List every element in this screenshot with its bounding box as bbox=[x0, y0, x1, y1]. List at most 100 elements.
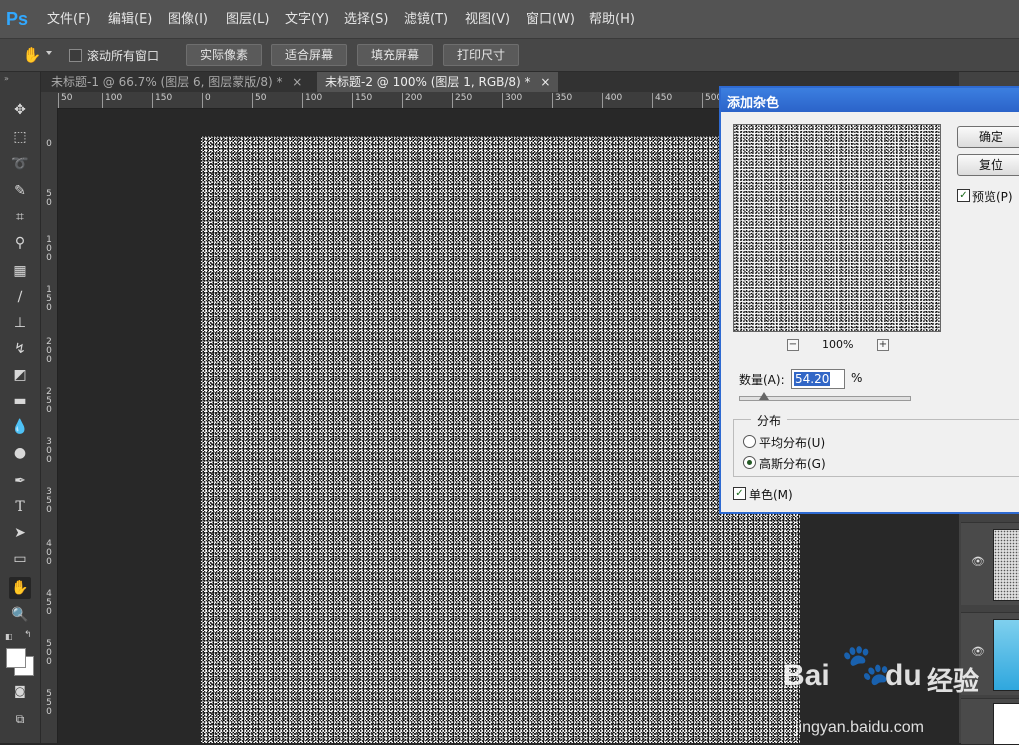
ruler-tick: 200 bbox=[401, 93, 423, 108]
watermark-suffix: 经验 bbox=[927, 667, 980, 697]
ruler-tick: 150 bbox=[351, 93, 373, 108]
layer-row[interactable]: 👁 bbox=[961, 522, 1019, 605]
shape-tool-icon[interactable]: ▭ bbox=[9, 548, 31, 570]
uniform-radio[interactable] bbox=[743, 435, 756, 448]
eraser-tool-icon[interactable]: ◩ bbox=[9, 364, 31, 386]
marquee-tool-icon[interactable]: ⬚ bbox=[9, 126, 31, 148]
ruler-tick: 150 bbox=[151, 93, 173, 108]
ruler-tick: 5 0 0 bbox=[46, 639, 52, 667]
tools-panel: » ✥ ⬚ ➰ ✎ ⌗ ⚲ ▦ ∕ ⊥ ↯ ◩ ▬ 💧 ● ✒ T ➤ ▭ ✋ … bbox=[0, 72, 41, 743]
scroll-all-windows-checkbox[interactable] bbox=[69, 49, 82, 62]
tab-document-2[interactable]: 未标题-2 @ 100% (图层 1, RGB/8) * × bbox=[317, 72, 559, 92]
reset-button[interactable]: 复位 bbox=[957, 154, 1019, 176]
watermark-brand-2: du bbox=[885, 659, 922, 692]
preview-checkbox[interactable]: ✓ bbox=[957, 189, 970, 202]
menu-window[interactable]: 窗口(W) bbox=[526, 11, 575, 29]
crop-tool-icon[interactable]: ⌗ bbox=[9, 206, 31, 228]
foreground-color-swatch[interactable] bbox=[6, 648, 26, 668]
menu-type[interactable]: 文字(Y) bbox=[285, 11, 329, 29]
tab-label: 未标题-2 @ 100% (图层 1, RGB/8) * bbox=[325, 75, 531, 89]
ruler-tick: 4 5 0 bbox=[46, 589, 52, 617]
zoom-tool-icon[interactable]: 🔍 bbox=[9, 604, 31, 626]
eyedropper-tool-icon[interactable]: ⚲ bbox=[9, 232, 31, 254]
ruler-tick: 2 0 0 bbox=[46, 337, 52, 365]
fill-screen-button[interactable]: 填充屏幕 bbox=[357, 44, 433, 66]
amount-value: 54.20 bbox=[794, 372, 831, 386]
preset-dropdown-icon[interactable] bbox=[46, 51, 52, 55]
gradient-tool-icon[interactable]: ▬ bbox=[9, 390, 31, 412]
pen-tool-icon[interactable]: ✒ bbox=[9, 470, 31, 492]
ruler-tick: 2 5 0 bbox=[46, 387, 52, 415]
ruler-tick: 50 bbox=[57, 93, 73, 108]
amount-slider-thumb[interactable] bbox=[759, 392, 769, 400]
amount-input[interactable]: 54.20 bbox=[791, 369, 845, 389]
add-noise-dialog: 添加杂色 确定 复位 ✓ 预览(P) − 100% + 数量(A): 54.20… bbox=[719, 86, 1019, 514]
menu-filter[interactable]: 滤镜(T) bbox=[404, 11, 448, 29]
ruler-tick: 100 bbox=[301, 93, 323, 108]
visibility-eye-icon[interactable]: 👁 bbox=[971, 555, 985, 569]
photoshop-logo: Ps bbox=[6, 9, 29, 29]
amount-label: 数量(A): bbox=[739, 373, 785, 387]
path-selection-tool-icon[interactable]: ➤ bbox=[9, 522, 31, 544]
ruler-tick: 4 0 0 bbox=[46, 539, 52, 567]
document-canvas[interactable] bbox=[201, 136, 800, 743]
uniform-label: 平均分布(U) bbox=[759, 436, 826, 450]
panel-collapse-icon[interactable]: » bbox=[4, 74, 9, 83]
dodge-tool-icon[interactable]: ● bbox=[9, 442, 31, 464]
vertical-ruler[interactable]: 0 5 0 1 0 0 1 5 0 2 0 0 2 5 0 3 0 0 3 5 … bbox=[41, 108, 58, 743]
move-tool-icon[interactable]: ✥ bbox=[9, 99, 31, 121]
menu-file[interactable]: 文件(F) bbox=[47, 11, 91, 29]
filter-preview[interactable] bbox=[733, 124, 941, 332]
paw-icon: 🐾 bbox=[841, 642, 891, 688]
menu-select[interactable]: 选择(S) bbox=[344, 11, 388, 29]
ruler-tick: 3 5 0 bbox=[46, 487, 52, 515]
print-size-button[interactable]: 打印尺寸 bbox=[443, 44, 519, 66]
monochromatic-checkbox[interactable]: ✓ bbox=[733, 487, 746, 500]
ruler-tick: 350 bbox=[551, 93, 573, 108]
tab-close-icon[interactable]: × bbox=[292, 75, 302, 89]
hand-tool-preset-icon[interactable]: ✋ bbox=[22, 45, 42, 65]
quick-selection-tool-icon[interactable]: ✎ bbox=[9, 180, 31, 202]
default-colors-icon[interactable]: ◧ bbox=[5, 632, 15, 642]
menu-view[interactable]: 视图(V) bbox=[465, 11, 510, 29]
screen-mode-icon[interactable]: ⧉ bbox=[9, 708, 31, 730]
tab-document-1[interactable]: 未标题-1 @ 66.7% (图层 6, 图层蒙版/8) * × bbox=[43, 72, 310, 92]
ruler-tick: 0 bbox=[46, 139, 52, 149]
fit-screen-button[interactable]: 适合屏幕 bbox=[271, 44, 347, 66]
ruler-tick: 300 bbox=[501, 93, 523, 108]
menu-edit[interactable]: 编辑(E) bbox=[108, 11, 152, 29]
quick-mask-icon[interactable]: ◙ bbox=[9, 680, 31, 702]
brush-tool-icon[interactable]: ∕ bbox=[9, 286, 31, 308]
zoom-level: 100% bbox=[822, 338, 854, 351]
history-brush-tool-icon[interactable]: ↯ bbox=[9, 338, 31, 360]
zoom-in-button[interactable]: + bbox=[877, 339, 889, 351]
ruler-tick: 400 bbox=[601, 93, 623, 108]
ruler-tick: 0 bbox=[202, 93, 211, 108]
menu-help[interactable]: 帮助(H) bbox=[589, 11, 635, 29]
menu-layer[interactable]: 图层(L) bbox=[226, 11, 269, 29]
tab-close-icon[interactable]: × bbox=[540, 75, 550, 89]
swap-colors-icon[interactable]: ↰ bbox=[24, 630, 34, 640]
layer-thumbnail bbox=[993, 529, 1019, 601]
ruler-tick: 100 bbox=[101, 93, 123, 108]
dialog-titlebar[interactable]: 添加杂色 bbox=[721, 88, 1019, 112]
preview-label: 预览(P) bbox=[972, 190, 1013, 204]
hand-tool-icon[interactable]: ✋ bbox=[9, 577, 31, 599]
healing-brush-tool-icon[interactable]: ▦ bbox=[9, 260, 31, 282]
ruler-tick: 1 0 0 bbox=[46, 235, 52, 263]
blur-tool-icon[interactable]: 💧 bbox=[9, 416, 31, 438]
ruler-origin[interactable] bbox=[41, 92, 57, 108]
watermark-brand: Bai bbox=[783, 659, 830, 692]
distribution-label: 分布 bbox=[751, 412, 788, 429]
menu-image[interactable]: 图像(I) bbox=[168, 11, 208, 29]
type-tool-icon[interactable]: T bbox=[9, 496, 31, 518]
actual-pixels-button[interactable]: 实际像素 bbox=[186, 44, 262, 66]
zoom-out-button[interactable]: − bbox=[787, 339, 799, 351]
ok-button[interactable]: 确定 bbox=[957, 126, 1019, 148]
lasso-tool-icon[interactable]: ➰ bbox=[9, 153, 31, 175]
scroll-all-windows-label: 滚动所有窗口 bbox=[87, 49, 160, 63]
clone-stamp-tool-icon[interactable]: ⊥ bbox=[9, 312, 31, 334]
gaussian-radio[interactable] bbox=[743, 456, 756, 469]
options-bar: ✋ 滚动所有窗口 实际像素 适合屏幕 填充屏幕 打印尺寸 bbox=[0, 39, 1019, 72]
ruler-tick: 5 0 bbox=[46, 189, 52, 208]
